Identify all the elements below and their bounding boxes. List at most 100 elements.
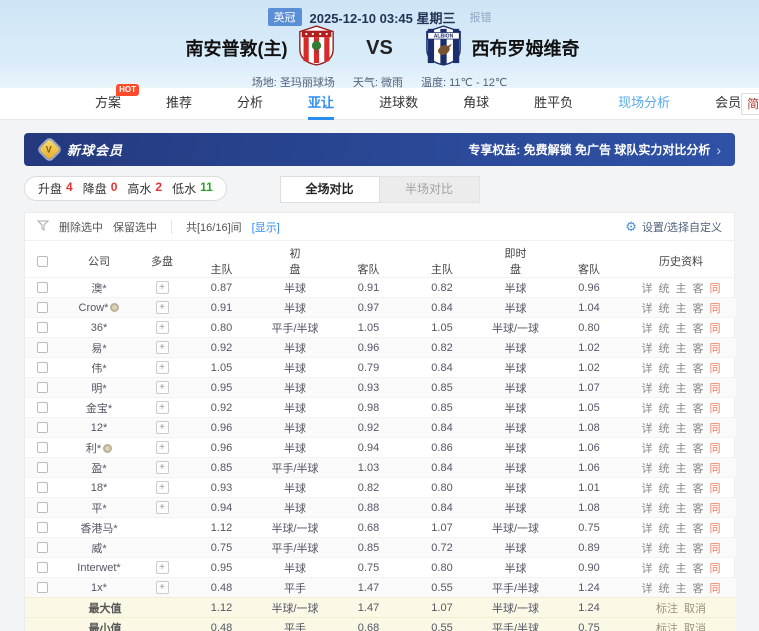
history-link-4[interactable]: 同 xyxy=(710,423,721,435)
history-link-3[interactable]: 客 xyxy=(693,383,704,395)
history-link-2[interactable]: 主 xyxy=(676,303,687,315)
row-checkbox[interactable] xyxy=(37,562,48,573)
history-link-2[interactable]: 主 xyxy=(676,343,687,355)
history-link-4[interactable]: 同 xyxy=(710,323,721,335)
company-name[interactable]: 澳* xyxy=(59,278,139,298)
history-link-2[interactable]: 主 xyxy=(676,443,687,455)
expand-multi-odds-button[interactable]: + xyxy=(156,461,169,474)
row-checkbox[interactable] xyxy=(37,322,48,333)
history-link-3[interactable]: 客 xyxy=(693,483,704,495)
nav-tab-2[interactable]: 分析 xyxy=(237,88,263,120)
history-link-1[interactable]: 统 xyxy=(659,423,670,435)
row-checkbox[interactable] xyxy=(37,522,48,533)
summary-action-1[interactable]: 取消 xyxy=(684,623,706,631)
history-link-0[interactable]: 详 xyxy=(642,443,653,455)
chevron-right-icon[interactable]: › xyxy=(716,142,721,158)
row-checkbox[interactable] xyxy=(37,482,48,493)
history-link-2[interactable]: 主 xyxy=(676,363,687,375)
history-link-0[interactable]: 详 xyxy=(642,303,653,315)
history-link-3[interactable]: 客 xyxy=(693,543,704,555)
company-name[interactable]: 香港马* xyxy=(59,518,139,538)
history-link-4[interactable]: 同 xyxy=(710,483,721,495)
history-link-0[interactable]: 详 xyxy=(642,363,653,375)
company-name[interactable]: Interwet* xyxy=(59,558,139,578)
history-link-2[interactable]: 主 xyxy=(676,563,687,575)
nav-tab-0[interactable]: 方案HOT xyxy=(95,88,121,120)
history-link-2[interactable]: 主 xyxy=(676,403,687,415)
show-all-link[interactable]: [显示] xyxy=(252,219,280,235)
history-link-2[interactable]: 主 xyxy=(676,283,687,295)
expand-multi-odds-button[interactable]: + xyxy=(156,321,169,334)
history-link-4[interactable]: 同 xyxy=(710,583,721,595)
history-link-3[interactable]: 客 xyxy=(693,523,704,535)
history-link-0[interactable]: 详 xyxy=(642,283,653,295)
company-name[interactable]: 18* xyxy=(59,478,139,498)
expand-multi-odds-button[interactable]: + xyxy=(156,341,169,354)
history-link-3[interactable]: 客 xyxy=(693,323,704,335)
nav-tab-8[interactable]: 会员 xyxy=(715,88,741,120)
history-link-3[interactable]: 客 xyxy=(693,363,704,375)
history-link-0[interactable]: 详 xyxy=(642,383,653,395)
history-link-4[interactable]: 同 xyxy=(710,343,721,355)
settings-control[interactable]: ⚙ 设置/选择自定义 xyxy=(625,219,722,235)
history-link-4[interactable]: 同 xyxy=(710,463,721,475)
history-link-1[interactable]: 统 xyxy=(659,483,670,495)
history-link-1[interactable]: 统 xyxy=(659,403,670,415)
company-name[interactable]: 明* xyxy=(59,378,139,398)
history-link-1[interactable]: 统 xyxy=(659,343,670,355)
history-link-1[interactable]: 统 xyxy=(659,383,670,395)
history-link-3[interactable]: 客 xyxy=(693,283,704,295)
row-checkbox[interactable] xyxy=(37,342,48,353)
expand-multi-odds-button[interactable]: + xyxy=(156,381,169,394)
history-link-1[interactable]: 统 xyxy=(659,443,670,455)
company-name[interactable]: Crow* xyxy=(59,298,139,318)
history-link-1[interactable]: 统 xyxy=(659,283,670,295)
row-checkbox[interactable] xyxy=(37,402,48,413)
history-link-4[interactable]: 同 xyxy=(710,283,721,295)
history-link-3[interactable]: 客 xyxy=(693,503,704,515)
league-badge[interactable]: 英冠 xyxy=(268,8,302,26)
history-link-0[interactable]: 详 xyxy=(642,403,653,415)
history-link-2[interactable]: 主 xyxy=(676,583,687,595)
history-link-0[interactable]: 详 xyxy=(642,423,653,435)
history-link-4[interactable]: 同 xyxy=(710,503,721,515)
row-checkbox[interactable] xyxy=(37,282,48,293)
nav-tab-1[interactable]: 推荐 xyxy=(166,88,192,120)
company-name[interactable]: 易* xyxy=(59,338,139,358)
row-checkbox[interactable] xyxy=(37,502,48,513)
history-link-0[interactable]: 详 xyxy=(642,503,653,515)
history-link-1[interactable]: 统 xyxy=(659,363,670,375)
history-link-3[interactable]: 客 xyxy=(693,443,704,455)
history-link-0[interactable]: 详 xyxy=(642,543,653,555)
history-link-2[interactable]: 主 xyxy=(676,523,687,535)
history-link-4[interactable]: 同 xyxy=(710,363,721,375)
history-link-3[interactable]: 客 xyxy=(693,423,704,435)
history-link-2[interactable]: 主 xyxy=(676,323,687,335)
lang-simplified-button[interactable]: 简 xyxy=(741,93,759,115)
history-link-1[interactable]: 统 xyxy=(659,463,670,475)
history-link-2[interactable]: 主 xyxy=(676,463,687,475)
company-name[interactable]: 12* xyxy=(59,418,139,438)
expand-multi-odds-button[interactable]: + xyxy=(156,301,169,314)
history-link-1[interactable]: 统 xyxy=(659,303,670,315)
history-link-0[interactable]: 详 xyxy=(642,523,653,535)
history-link-0[interactable]: 详 xyxy=(642,343,653,355)
company-name[interactable]: 36* xyxy=(59,318,139,338)
history-link-2[interactable]: 主 xyxy=(676,423,687,435)
company-name[interactable]: 威* xyxy=(59,538,139,558)
company-name[interactable]: 盈* xyxy=(59,458,139,478)
history-link-3[interactable]: 客 xyxy=(693,343,704,355)
row-checkbox[interactable] xyxy=(37,542,48,553)
row-checkbox[interactable] xyxy=(37,462,48,473)
company-name[interactable]: 金宝* xyxy=(59,398,139,418)
history-link-3[interactable]: 客 xyxy=(693,403,704,415)
expand-multi-odds-button[interactable]: + xyxy=(156,421,169,434)
row-checkbox[interactable] xyxy=(37,302,48,313)
history-link-0[interactable]: 详 xyxy=(642,323,653,335)
history-link-3[interactable]: 客 xyxy=(693,303,704,315)
history-link-1[interactable]: 统 xyxy=(659,583,670,595)
history-link-4[interactable]: 同 xyxy=(710,403,721,415)
row-checkbox[interactable] xyxy=(37,382,48,393)
select-all-checkbox[interactable] xyxy=(37,256,48,267)
history-link-4[interactable]: 同 xyxy=(710,443,721,455)
